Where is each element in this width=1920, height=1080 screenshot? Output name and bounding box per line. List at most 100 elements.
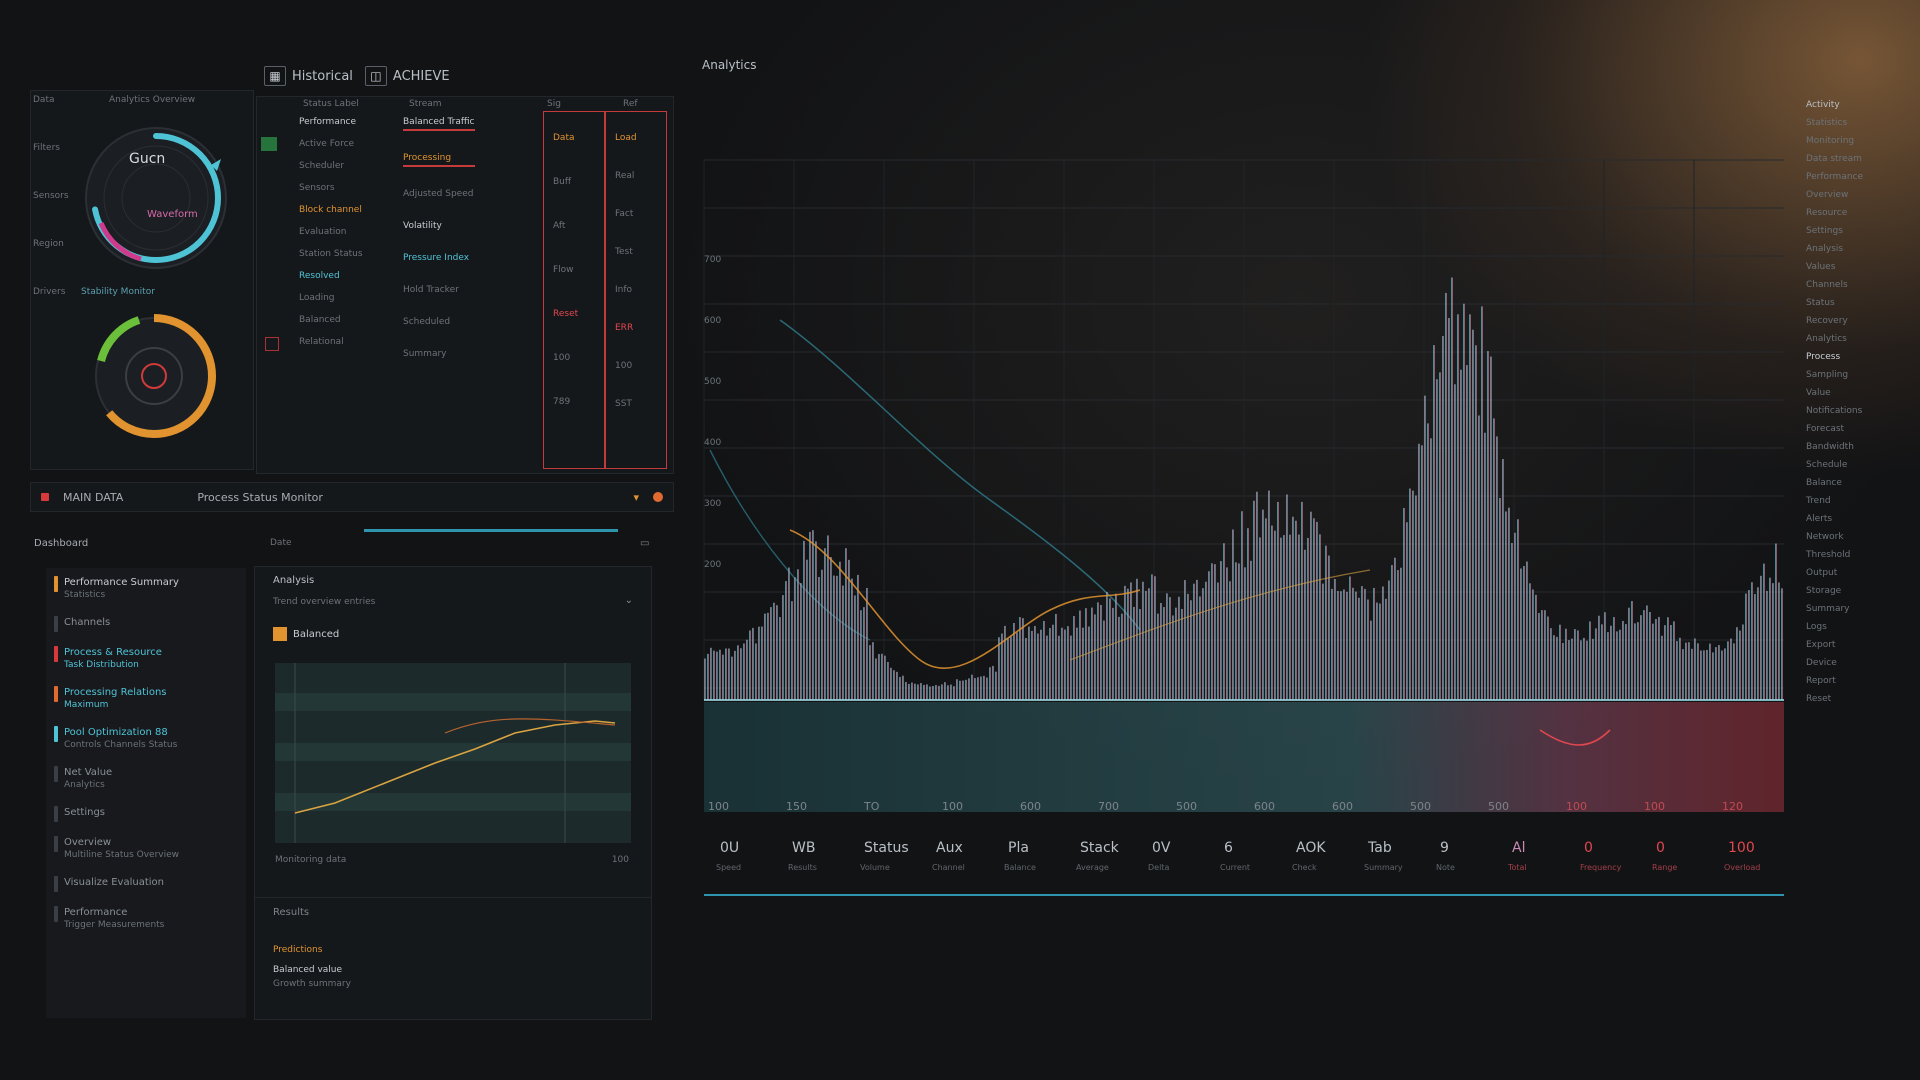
side-label[interactable]: Drivers — [33, 287, 69, 297]
right-list-item[interactable]: Schedule — [1806, 460, 1912, 470]
list-item[interactable]: Channels — [46, 612, 246, 636]
right-list-item[interactable]: Data stream — [1806, 154, 1912, 164]
right-list-item[interactable]: Performance — [1806, 172, 1912, 182]
achieve-button[interactable]: ◫ ACHIEVE — [364, 66, 450, 86]
historical-button[interactable]: ▦ Historical — [264, 66, 353, 86]
side-label[interactable]: Region — [33, 239, 69, 249]
table-cell[interactable]: Fact — [615, 209, 637, 219]
right-list-item[interactable]: Sampling — [1806, 370, 1912, 380]
table-cell[interactable]: Summary — [403, 349, 475, 359]
table-cell[interactable]: Adjusted Speed — [403, 189, 475, 199]
right-list-item[interactable]: Value — [1806, 388, 1912, 398]
table-cell[interactable]: Balanced Traffic — [403, 117, 475, 131]
table-cell[interactable]: Real — [615, 171, 637, 181]
right-list-item[interactable]: Recovery — [1806, 316, 1912, 326]
progress-track — [364, 529, 618, 532]
right-list-item[interactable]: Activity — [1806, 100, 1912, 110]
table-cell[interactable]: Flow — [553, 265, 578, 275]
right-list-item[interactable]: Report — [1806, 676, 1912, 686]
list-item[interactable]: Performance Trigger Measurements — [46, 902, 246, 936]
right-list-item[interactable]: Reset — [1806, 694, 1912, 704]
table-cell[interactable]: Scheduled — [403, 317, 475, 327]
filter-icon[interactable]: ▾ — [633, 491, 639, 504]
right-list-item[interactable]: Forecast — [1806, 424, 1912, 434]
side-label[interactable]: Data — [33, 95, 69, 105]
histogram-bar — [1550, 628, 1552, 700]
right-list-item[interactable]: Monitoring — [1806, 136, 1912, 146]
table-cell[interactable]: Hold Tracker — [403, 285, 475, 295]
right-list-item[interactable]: Logs — [1806, 622, 1912, 632]
right-list-item[interactable]: Process — [1806, 352, 1912, 362]
right-list-item[interactable]: Bandwidth — [1806, 442, 1912, 452]
metric-label: Balance — [1004, 863, 1036, 872]
list-item[interactable]: Overview Multiline Status Overview — [46, 832, 246, 866]
table-cell[interactable]: SST — [615, 399, 637, 409]
histogram-bar — [1061, 627, 1063, 700]
table-cell[interactable]: Sensors — [299, 183, 363, 193]
table-cell[interactable]: Block channel — [299, 205, 363, 215]
right-list-item[interactable]: Threshold — [1806, 550, 1912, 560]
alert-dot-icon[interactable] — [653, 492, 663, 502]
right-list-item[interactable]: Output — [1806, 568, 1912, 578]
right-list-item[interactable]: Analytics — [1806, 334, 1912, 344]
histogram-bar — [1304, 549, 1306, 700]
right-list-item[interactable]: Channels — [1806, 280, 1912, 290]
right-list-item[interactable]: Values — [1806, 262, 1912, 272]
right-list-item[interactable]: Summary — [1806, 604, 1912, 614]
table-cell[interactable]: Pressure Index — [403, 253, 475, 263]
list-item[interactable]: Pool Optimization 88 Controls Channels St… — [46, 722, 246, 756]
table-cell[interactable]: 789 — [553, 397, 578, 407]
table-cell[interactable]: ERR — [615, 323, 637, 333]
histogram-bar — [1067, 626, 1069, 700]
table-cell[interactable]: 100 — [615, 361, 637, 371]
side-label[interactable]: Sensors — [33, 191, 69, 201]
expand-icon[interactable]: ⌄ — [625, 595, 633, 606]
table-cell[interactable]: Reset — [553, 309, 578, 319]
close-icon[interactable]: ▭ — [640, 538, 649, 549]
right-list-item[interactable]: Alerts — [1806, 514, 1912, 524]
list-item[interactable]: Settings — [46, 802, 246, 826]
table-cell[interactable]: Evaluation — [299, 227, 363, 237]
right-list-item[interactable]: Trend — [1806, 496, 1912, 506]
table-cell[interactable]: Test — [615, 247, 637, 257]
histogram-bar — [1370, 620, 1372, 700]
table-cell[interactable]: Info — [615, 285, 637, 295]
table-cell[interactable]: Station Status — [299, 249, 363, 259]
list-item[interactable]: Processing Relations Maximum — [46, 682, 246, 716]
table-cell[interactable]: Volatility — [403, 221, 475, 231]
table-cell[interactable]: Processing — [403, 153, 475, 167]
right-list-item[interactable]: Device — [1806, 658, 1912, 668]
histogram-bar — [1340, 591, 1342, 700]
table-cell[interactable]: Balanced — [299, 315, 363, 325]
right-list-item[interactable]: Network — [1806, 532, 1912, 542]
right-list-item[interactable]: Resource — [1806, 208, 1912, 218]
table-cell[interactable]: Load — [615, 133, 637, 143]
table-cell[interactable]: Scheduler — [299, 161, 363, 171]
right-sidebar-list: Activity Statistics Monitoring Data stream P… — [1800, 100, 1912, 1040]
table-cell[interactable]: Data — [553, 133, 578, 143]
table-cell[interactable]: Performance — [299, 117, 363, 127]
right-list-item[interactable]: Settings — [1806, 226, 1912, 236]
right-list-item[interactable]: Balance — [1806, 478, 1912, 488]
list-item[interactable]: Net Value Analytics — [46, 762, 246, 796]
right-list-item[interactable]: Notifications — [1806, 406, 1912, 416]
list-item[interactable]: Performance Summary Statistics — [46, 572, 246, 606]
side-label[interactable]: Filters — [33, 143, 69, 153]
table-cell[interactable]: Active Force — [299, 139, 363, 149]
table-cell[interactable]: 100 — [553, 353, 578, 363]
histogram-bar — [1367, 599, 1369, 700]
right-list-item[interactable]: Overview — [1806, 190, 1912, 200]
right-list-item[interactable]: Statistics — [1806, 118, 1912, 128]
right-list-item[interactable]: Export — [1806, 640, 1912, 650]
table-cell[interactable]: Resolved — [299, 271, 363, 281]
table-cell[interactable]: Loading — [299, 293, 363, 303]
right-list-item[interactable]: Status — [1806, 298, 1912, 308]
right-list-item[interactable]: Analysis — [1806, 244, 1912, 254]
table-cell[interactable]: Relational — [299, 337, 363, 347]
table-cell[interactable]: Aft — [553, 221, 578, 231]
list-item[interactable]: Process & Resource Task Distribution — [46, 642, 246, 676]
table-cell[interactable]: Buff — [553, 177, 578, 187]
date-tab[interactable]: Date — [270, 538, 292, 548]
right-list-item[interactable]: Storage — [1806, 586, 1912, 596]
list-item[interactable]: Visualize Evaluation — [46, 872, 246, 896]
